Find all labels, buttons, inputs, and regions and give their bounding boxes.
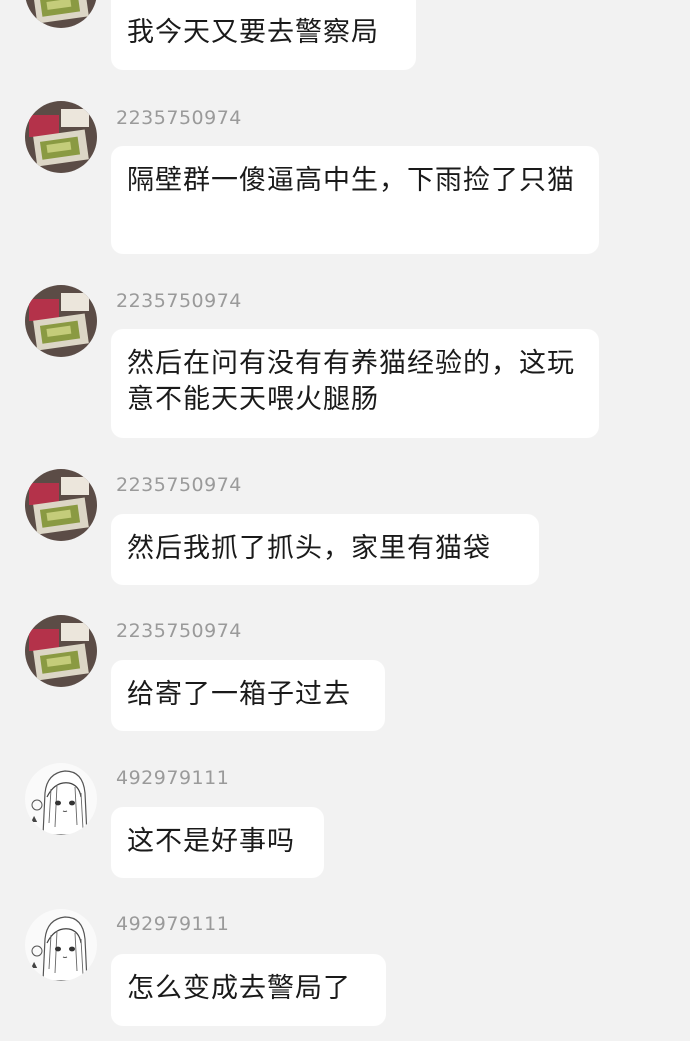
sender-avatar[interactable]: [25, 101, 97, 173]
sender-avatar[interactable]: [25, 615, 97, 687]
message-text: 给寄了一箱子过去: [127, 679, 351, 710]
message-bubble[interactable]: 给寄了一箱子过去: [111, 660, 385, 731]
chat-message-list[interactable]: 我今天又要去警察局 2235750974 隔壁群一傻逼高中生，下雨捡了只猫 22…: [0, 0, 690, 1041]
sender-avatar[interactable]: ▲: [25, 763, 97, 835]
message-bubble[interactable]: 怎么变成去警局了: [111, 954, 386, 1026]
message-text: 然后在问有没有有养猫经验的，这玩意不能天天喂火腿肠: [127, 348, 575, 415]
sender-id: 492979111: [116, 913, 230, 935]
sender-avatar[interactable]: [25, 285, 97, 357]
message-text: 我今天又要去警察局: [127, 17, 379, 48]
message-bubble[interactable]: 这不是好事吗: [111, 807, 324, 878]
sender-id: 2235750974: [116, 290, 242, 312]
sender-id: 2235750974: [116, 620, 242, 642]
message-text: 隔壁群一傻逼高中生，下雨捡了只猫: [127, 165, 575, 196]
sender-avatar[interactable]: [25, 469, 97, 541]
sender-id: 2235750974: [116, 107, 242, 129]
message-text: 怎么变成去警局了: [127, 973, 351, 1004]
message-bubble[interactable]: 然后在问有没有有养猫经验的，这玩意不能天天喂火腿肠: [111, 329, 599, 438]
message-text: 这不是好事吗: [127, 826, 295, 857]
message-bubble[interactable]: 隔壁群一傻逼高中生，下雨捡了只猫: [111, 146, 599, 254]
message-bubble[interactable]: 我今天又要去警察局: [111, 0, 416, 70]
sender-avatar[interactable]: ▲: [25, 909, 97, 981]
sender-id: 2235750974: [116, 474, 242, 496]
sender-id: 492979111: [116, 767, 230, 789]
message-bubble[interactable]: 然后我抓了抓头，家里有猫袋: [111, 514, 539, 585]
svg-text:▲: ▲: [31, 960, 38, 969]
message-text: 然后我抓了抓头，家里有猫袋: [127, 533, 491, 564]
sender-avatar[interactable]: [25, 0, 97, 28]
svg-text:▲: ▲: [31, 814, 38, 823]
